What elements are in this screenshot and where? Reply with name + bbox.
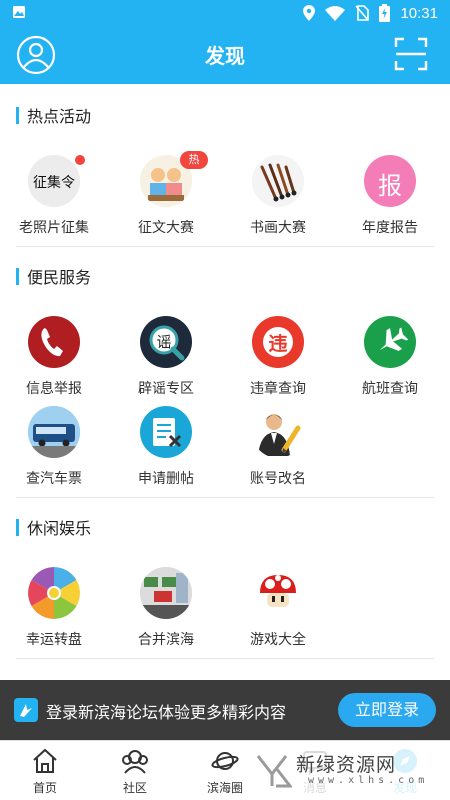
status-bar: 10:31 (0, 0, 450, 26)
section-divider (16, 246, 434, 247)
report-icon: 报 (364, 155, 416, 207)
grid-item-violation-query[interactable]: 违 违章查询 (224, 316, 336, 402)
home-icon (33, 748, 57, 773)
hot-badge: 热 (180, 151, 208, 169)
grid-item-essay-contest[interactable]: 热 征文大赛 (112, 151, 224, 241)
battery-charging-icon (379, 4, 391, 22)
grid-item-label: 查汽车票 (26, 471, 82, 487)
login-button[interactable]: 立即登录 (338, 693, 436, 727)
watermark-logo (256, 755, 292, 788)
lucky-wheel-icon (28, 567, 80, 619)
grid-item-label: 违章查询 (250, 381, 306, 397)
grid-item-label: 游戏大全 (250, 632, 306, 648)
phone-report-icon (28, 316, 80, 368)
grid-item-rumor-zone[interactable]: 谣 辟谣专区 (112, 316, 224, 402)
grid-item-merge-binhai[interactable]: 合并滨海 (112, 567, 224, 653)
section-hot-activities: 热点活动 (16, 103, 434, 127)
section-title: 便民服务 (27, 268, 92, 287)
grid-item-label: 老照片征集 (19, 220, 89, 236)
grid-item-rename-account[interactable]: 账号改名 (224, 406, 336, 492)
violation-icon: 违 (252, 316, 304, 368)
rumor-magnifier-icon: 谣 (140, 316, 192, 368)
section-accent-bar (16, 106, 19, 124)
delete-post-icon (140, 406, 192, 458)
mushroom-game-icon (252, 567, 304, 619)
grid-item-game-center[interactable]: 游戏大全 (224, 567, 336, 653)
section-title: 休闲娱乐 (27, 519, 92, 538)
brushes-icon (252, 155, 304, 207)
app-header: 发现 (0, 26, 450, 84)
grid-item-report-info[interactable]: 信息举报 (0, 316, 112, 402)
section-title: 热点活动 (27, 107, 92, 126)
watermark-overlay: 新绿资源网 www.xlhs.com (250, 748, 430, 794)
grid-item-painting-contest[interactable]: 书画大赛 (224, 155, 336, 241)
tab-community[interactable]: 社区 (90, 741, 180, 800)
tab-home[interactable]: 首页 (0, 741, 90, 800)
section-accent-bar (16, 518, 19, 536)
tab-label: 首页 (32, 781, 57, 795)
section-services: 便民服务 (16, 264, 434, 288)
grid-item-flight-query[interactable]: 航班查询 (336, 316, 448, 402)
grid-item-bus-ticket[interactable]: 查汽车票 (0, 406, 112, 492)
wifi-icon (325, 6, 346, 21)
grid-item-annual-report[interactable]: 报 年度报告 (336, 155, 448, 241)
merge-binhai-icon (140, 567, 192, 619)
section-divider (16, 658, 434, 659)
grid-item-label: 信息举报 (26, 381, 82, 397)
airplane-icon (364, 316, 416, 368)
bus-icon (28, 406, 80, 458)
grid-item-label: 账号改名 (250, 471, 306, 487)
community-icon (122, 750, 148, 774)
watermark-url: www.xlhs.com (308, 775, 429, 786)
rename-account-icon (252, 406, 304, 458)
grid-item-label: 书画大赛 (250, 220, 306, 236)
old-photo-calligraphy-icon: 征集令 (28, 155, 80, 207)
gallery-notification-icon (13, 6, 25, 18)
login-banner: 登录新滨海论坛体验更多精彩内容 立即登录 (0, 680, 450, 740)
forum-logo-icon (14, 698, 38, 722)
page-title: 发现 (205, 44, 245, 68)
svg-text:征集令: 征集令 (33, 174, 75, 191)
location-icon (303, 5, 316, 21)
section-entertainment: 休闲娱乐 (16, 515, 434, 539)
tab-label: 社区 (122, 781, 147, 795)
grid-item-label: 申请删帖 (138, 471, 194, 487)
grid-item-label: 合并滨海 (138, 632, 194, 648)
grid-item-label: 幸运转盘 (26, 632, 82, 648)
watermark-text: 新绿资源网 (296, 754, 397, 776)
grid-item-label: 航班查询 (362, 381, 418, 397)
rumor-glyph: 谣 (156, 333, 172, 351)
scan-qr-icon[interactable] (394, 37, 428, 71)
grid-item-label: 辟谣专区 (138, 381, 194, 397)
grid-item-label: 征文大赛 (138, 220, 194, 236)
grid-item-lucky-wheel[interactable]: 幸运转盘 (0, 567, 112, 653)
login-promo-text: 登录新滨海论坛体验更多精彩内容 (46, 703, 287, 722)
grid-item-old-photo[interactable]: 征集令 老照片征集 (0, 155, 112, 241)
report-glyph: 报 (378, 172, 402, 200)
no-sim-icon (355, 5, 370, 21)
grid-item-label: 年度报告 (362, 220, 418, 236)
planet-icon (211, 752, 239, 770)
clock: 10:31 (400, 4, 438, 22)
grid-item-delete-post[interactable]: 申请删帖 (112, 406, 224, 492)
section-accent-bar (16, 267, 19, 285)
unread-dot-badge (75, 155, 85, 165)
section-divider (16, 497, 434, 498)
violation-glyph: 违 (268, 333, 288, 355)
